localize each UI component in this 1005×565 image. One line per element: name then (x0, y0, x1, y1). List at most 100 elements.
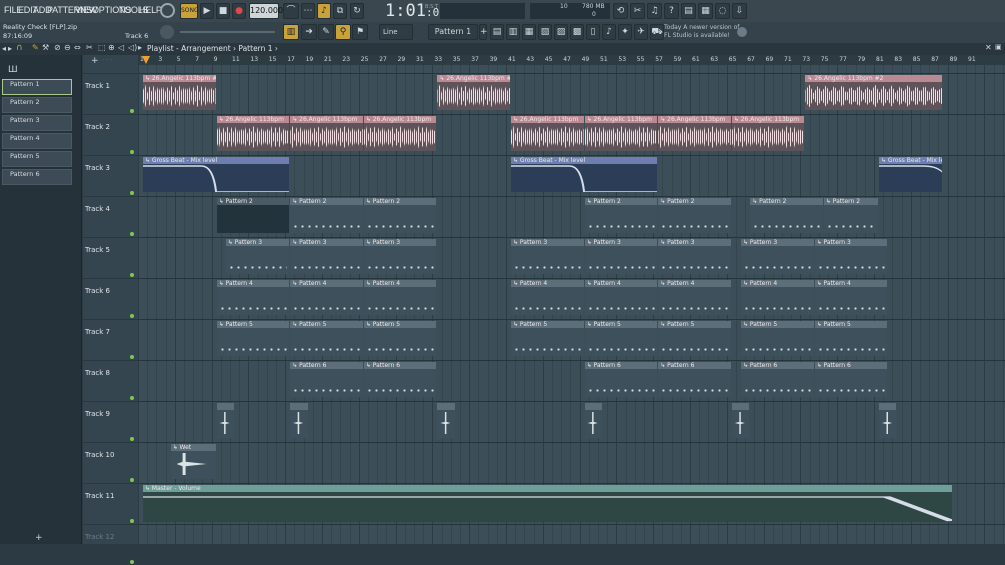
track-header[interactable]: Track 2 (83, 114, 138, 155)
pattern-clip[interactable]: ↳ Pattern 3 (225, 239, 290, 274)
pattern-item-6[interactable]: Pattern 6 (2, 169, 72, 185)
pattern-clip[interactable] (584, 403, 602, 438)
track-enabled-led[interactable] (130, 109, 134, 113)
pattern-clip[interactable]: ↳ Pattern 3 (814, 239, 888, 274)
select-tool-icon[interactable]: ⬚ (98, 43, 106, 52)
track-enabled-led[interactable] (130, 191, 134, 195)
stamp-icon[interactable]: ⚑ (352, 24, 368, 40)
audio-clip[interactable]: ↳ 26.Angelic 113bpm (658, 116, 731, 151)
audio-clip[interactable]: ↳ 26.Angelic 113bpm #2 (143, 75, 216, 110)
pattern-clip[interactable]: ↳ Pattern 5 (814, 321, 888, 356)
pattern-item-1[interactable]: Pattern 1 (2, 79, 72, 95)
automation-clip[interactable]: ↳ Gross Beat - Mix level (143, 157, 290, 192)
blend-icon[interactable]: ⧉ (333, 3, 347, 19)
pattern-clip[interactable]: ↳ Pattern 4 (741, 280, 814, 315)
pattern-clip[interactable]: ↳ Pattern 6 (741, 362, 814, 397)
render-icon[interactable]: ▦ (698, 3, 713, 19)
news-icon[interactable] (737, 27, 747, 37)
pattern-clip[interactable]: ↳ Pattern 2 (290, 198, 363, 233)
pattern-clip[interactable]: ↳ Pattern 3 (584, 239, 658, 274)
loop-record-icon[interactable]: ↻ (350, 3, 364, 19)
pattern-select[interactable]: Pattern 1 (428, 24, 478, 40)
pattern-clip[interactable]: ↳ Pattern 4 (511, 280, 584, 315)
track-enabled-led[interactable] (130, 273, 134, 277)
slice-tool-icon[interactable]: ✂ (86, 43, 93, 52)
playhead-marker[interactable] (142, 56, 150, 64)
automation-clip[interactable]: ↳ Gross Beat - Mix level (879, 157, 943, 192)
pattern-clip[interactable]: ↳ Pattern 5 (363, 321, 437, 356)
audio-clip[interactable]: ↳ 26.Angelic 113bpm (511, 116, 584, 151)
track-header[interactable]: Track 7 (83, 319, 138, 360)
help-icon[interactable]: ? (664, 3, 679, 19)
piano-roll-icon[interactable]: ▧ (538, 24, 552, 40)
snap-select[interactable]: Line (379, 24, 413, 40)
track-enabled-led[interactable] (130, 314, 134, 318)
pattern-clip[interactable]: ↳ Pattern 3 (658, 239, 731, 274)
cpu-knob-icon[interactable] (160, 3, 175, 18)
track-enabled-led[interactable] (130, 150, 134, 154)
pattern-clip[interactable]: ↳ Pattern 6 (584, 362, 658, 397)
close-icon[interactable]: ✕ (985, 43, 992, 52)
pattern-clip[interactable]: ↳ Pattern 2 (216, 198, 290, 233)
file-icon[interactable]: ▯ (586, 24, 600, 40)
pattern-clip[interactable]: ↳ Pattern 5 (584, 321, 658, 356)
pattern-clip[interactable]: ↳ Pattern 2 (823, 198, 878, 233)
browser-icon[interactable]: ▨ (554, 24, 568, 40)
track-enabled-led[interactable] (130, 232, 134, 236)
mic-icon[interactable]: ♪ (602, 24, 616, 40)
pattern-clip[interactable]: ↳ Pattern 3 (363, 239, 437, 274)
delete-tool-icon[interactable]: ⊘ (54, 43, 61, 52)
song-mode-button[interactable]: SONG (180, 3, 199, 19)
pattern-clip[interactable]: ↳ Pattern 6 (658, 362, 731, 397)
undo-history-icon[interactable]: ⟲ (613, 3, 628, 19)
audio-clip[interactable]: ↳ 26.Angelic 113bpm (290, 116, 363, 151)
menu-help[interactable]: HELP (139, 3, 162, 17)
snap-icon[interactable]: ∩ (16, 43, 23, 53)
arrow-left-icon[interactable]: ◂ (2, 44, 6, 53)
automation-clip[interactable]: ↳ Gross Beat - Mix level (511, 157, 658, 192)
pattern-clip[interactable]: ↳ Pattern 5 (741, 321, 814, 356)
stop-icon[interactable]: ■ (216, 3, 230, 19)
pattern-clip[interactable]: ↳ Pattern 6 (814, 362, 888, 397)
track-enabled-led[interactable] (130, 355, 134, 359)
cart-icon[interactable]: ⛟ (650, 24, 664, 40)
pattern-item-4[interactable]: Pattern 4 (2, 133, 72, 149)
pencil-icon[interactable]: ✎ (318, 24, 334, 40)
pattern-clip[interactable] (290, 403, 308, 438)
arrow-icon[interactable]: ➜ (301, 24, 317, 40)
pattern-clip[interactable]: ↳ Pattern 4 (216, 280, 290, 315)
automation-clip[interactable]: ↳ Master - Volume (143, 485, 952, 522)
slip-tool-icon[interactable]: ⇔ (74, 43, 81, 52)
audio-clip[interactable]: ↳ 26.Angelic 113bpm #2 (805, 75, 943, 110)
bird-icon[interactable]: ✈ (634, 24, 648, 40)
menu-arrow-icon[interactable]: ▸ (138, 43, 142, 52)
audio-clip[interactable]: ↳ 26.Angelic 113bpm (584, 116, 658, 151)
play-icon[interactable]: ▶ (200, 3, 214, 19)
track-enabled-led[interactable] (130, 478, 134, 482)
tempo-display[interactable]: 120.000 (249, 3, 283, 19)
pattern-item-2[interactable]: Pattern 2 (2, 97, 72, 113)
piano-icon[interactable]: ▥ (283, 24, 299, 40)
channel-rack-icon[interactable]: ▥ (506, 24, 520, 40)
pattern-clip[interactable] (437, 403, 455, 438)
mixer-icon[interactable]: ▦ (522, 24, 536, 40)
magnet-icon[interactable]: ⚲ (335, 24, 351, 40)
master-pitch-slider[interactable] (180, 31, 275, 33)
track-enabled-led[interactable] (130, 560, 134, 564)
picker-icon[interactable]: Ш (8, 65, 18, 75)
pattern-clip[interactable]: ↳ Pattern 5 (290, 321, 363, 356)
tools-icon[interactable]: ✂ (630, 3, 645, 19)
pattern-clip[interactable] (879, 403, 897, 438)
track-header[interactable]: Track 1 (83, 73, 138, 114)
pattern-clip[interactable] (216, 403, 234, 438)
download-icon[interactable]: ⇩ (732, 3, 747, 19)
metronome-icon[interactable]: ⌒ (283, 3, 299, 19)
pattern-clip[interactable]: ↳ Pattern 6 (363, 362, 437, 397)
pattern-item-3[interactable]: Pattern 3 (2, 115, 72, 131)
pattern-clip[interactable]: ↳ Pattern 5 (216, 321, 290, 356)
track-header[interactable]: Track 5 (83, 237, 138, 278)
save-icon[interactable]: ▤ (681, 3, 696, 19)
pattern-clip[interactable]: ↳ Pattern 4 (814, 280, 888, 315)
pattern-clip[interactable]: ↳ Pattern 6 (290, 362, 363, 397)
audio-clip[interactable]: ↳ 26.Angelic 113bpm (363, 116, 437, 151)
